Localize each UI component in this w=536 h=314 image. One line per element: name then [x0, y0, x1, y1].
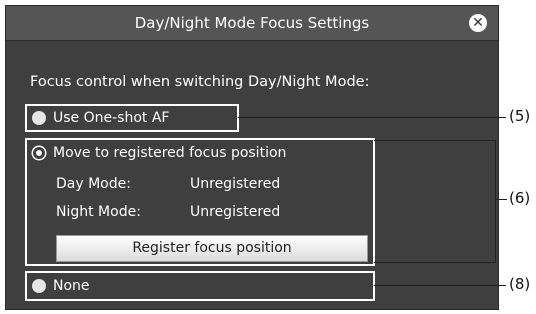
register-focus-position-button[interactable]: Register focus position — [56, 235, 368, 262]
callout-8: (8) — [509, 275, 531, 293]
callout-leader-6-bottom — [374, 262, 496, 263]
callout-leader-8 — [374, 285, 506, 286]
radio-one-shot-af[interactable] — [32, 111, 46, 125]
close-icon[interactable]: ✕ — [469, 14, 487, 32]
option-registered-position[interactable]: Move to registered focus position — [32, 145, 286, 161]
callout-5: (5) — [509, 107, 531, 125]
callout-leader-6-top — [374, 140, 496, 141]
radio-none[interactable] — [32, 279, 46, 293]
callout-leader-6 — [495, 199, 507, 200]
callout-6: (6) — [509, 189, 531, 207]
option-registered-label: Move to registered focus position — [53, 145, 287, 161]
option-none[interactable]: None — [32, 278, 90, 294]
dialog-title: Day/Night Mode Focus Settings — [134, 14, 370, 32]
option-one-shot-label: Use One-shot AF — [53, 110, 170, 126]
day-mode-value: Unregistered — [190, 176, 281, 192]
night-mode-label: Night Mode: — [56, 204, 141, 220]
focus-settings-dialog: Day/Night Mode Focus Settings ✕ Focus co… — [5, 5, 499, 310]
radio-registered-position[interactable] — [33, 147, 45, 159]
option-one-shot-af[interactable]: Use One-shot AF — [32, 110, 169, 126]
focus-control-heading: Focus control when switching Day/Night M… — [30, 74, 370, 90]
callout-bracket-6 — [495, 140, 496, 263]
day-mode-label: Day Mode: — [56, 176, 131, 192]
callout-leader-5 — [238, 117, 506, 118]
title-bar: Day/Night Mode Focus Settings ✕ — [6, 6, 498, 41]
option-none-label: None — [53, 278, 90, 294]
night-mode-value: Unregistered — [190, 204, 281, 220]
